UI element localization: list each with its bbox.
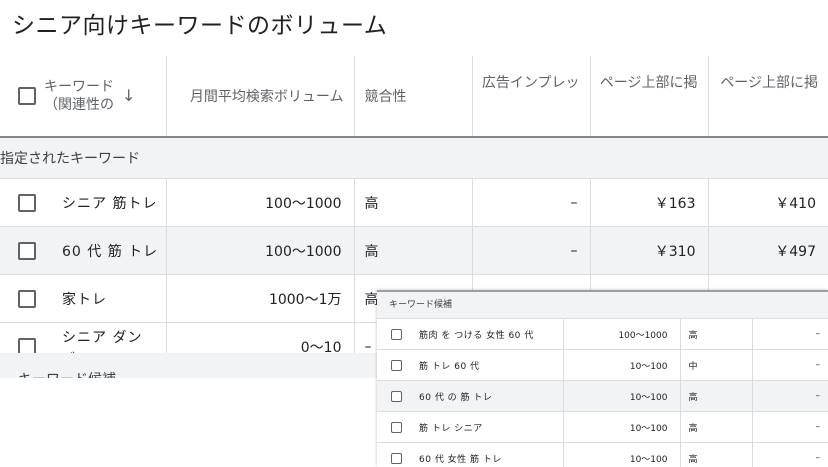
- row-checkbox[interactable]: [391, 329, 402, 340]
- competition-cell: 高: [680, 443, 752, 467]
- impression-cell: –: [752, 350, 828, 381]
- impression-cell: –: [472, 179, 590, 227]
- keyword-cell: 筋 トレ シニア: [405, 412, 563, 443]
- impression-cell: –: [752, 412, 828, 443]
- overlay-section-label: キーワード候補: [377, 292, 828, 319]
- impression-cell: –: [752, 443, 828, 467]
- list-item[interactable]: 筋 トレ シニア 10～100 高 –: [377, 412, 828, 443]
- bid-low-cell: ￥163: [590, 179, 708, 227]
- list-item[interactable]: 60 代 女性 筋 トレ 10～100 高 –: [377, 443, 828, 467]
- competition-cell: 高: [354, 227, 472, 275]
- volume-cell: 1000～1万: [166, 275, 354, 323]
- volume-cell: 10～100: [563, 381, 680, 412]
- list-item[interactable]: 60 代 の 筋 トレ 10～100 高 –: [377, 381, 828, 412]
- row-checkbox[interactable]: [391, 453, 402, 464]
- sort-arrow-down-icon[interactable]: ↓: [122, 87, 135, 105]
- column-keyword-label: キーワード: [44, 79, 114, 95]
- column-top-bid-high[interactable]: ページ上部に掲: [708, 56, 828, 137]
- bid-high-cell: ￥410: [708, 179, 828, 227]
- volume-cell: 100～1000: [563, 319, 680, 350]
- volume-cell: 10～100: [563, 350, 680, 381]
- page-title: シニア向けキーワードのボリューム: [12, 6, 387, 40]
- table-row[interactable]: 60 代 筋 トレ 100～1000 高 – ￥310 ￥497: [0, 227, 828, 275]
- column-keyword-sublabel: （関連性の: [44, 97, 114, 113]
- column-competition[interactable]: 競合性: [354, 56, 472, 137]
- competition-cell: 中: [680, 350, 752, 381]
- impression-cell: –: [752, 319, 828, 350]
- table-header-row: キーワード （関連性の ↓ 月間平均検索ボリューム 競合性 広告インプレッ ペー…: [0, 56, 828, 137]
- keyword-cell: 60 代 女性 筋 トレ: [405, 443, 563, 467]
- bid-high-cell: ￥497: [708, 227, 828, 275]
- column-top-bid-low[interactable]: ページ上部に掲: [590, 56, 708, 137]
- volume-cell: 100～1000: [166, 227, 354, 275]
- select-all-cell: [0, 56, 44, 137]
- specified-section-label: 指定されたキーワード: [0, 137, 828, 179]
- keyword-ideas-zoom-panel: キーワード候補 筋肉 を つける 女性 60 代 100～1000 高 – 筋 …: [377, 290, 828, 467]
- competition-cell: 高: [680, 412, 752, 443]
- row-checkbox[interactable]: [391, 391, 402, 402]
- list-item[interactable]: 筋 トレ 60 代 10～100 中 –: [377, 350, 828, 381]
- table-row[interactable]: シニア 筋トレ 100～1000 高 – ￥163 ￥410: [0, 179, 828, 227]
- row-checkbox[interactable]: [18, 194, 36, 212]
- column-volume[interactable]: 月間平均検索ボリューム: [166, 56, 354, 137]
- column-impression-share[interactable]: 広告インプレッ: [472, 56, 590, 137]
- keyword-cell: 家トレ: [44, 275, 166, 323]
- impression-cell: –: [472, 227, 590, 275]
- keyword-cell: 60 代 筋 トレ: [44, 227, 166, 275]
- row-checkbox[interactable]: [391, 422, 402, 433]
- keyword-cell: 筋 トレ 60 代: [405, 350, 563, 381]
- list-item[interactable]: 筋肉 を つける 女性 60 代 100～1000 高 –: [377, 319, 828, 350]
- row-checkbox[interactable]: [18, 242, 36, 260]
- competition-cell: 高: [354, 179, 472, 227]
- row-checkbox[interactable]: [18, 290, 36, 308]
- keyword-cell: 筋肉 を つける 女性 60 代: [405, 319, 563, 350]
- impression-cell: –: [752, 381, 828, 412]
- competition-cell: 高: [680, 381, 752, 412]
- bid-low-cell: ￥310: [590, 227, 708, 275]
- volume-cell: 10～100: [563, 412, 680, 443]
- competition-cell: 高: [680, 319, 752, 350]
- select-all-checkbox[interactable]: [18, 87, 36, 105]
- keyword-cell: シニア 筋トレ: [44, 179, 166, 227]
- specified-section-header: 指定されたキーワード: [0, 137, 828, 179]
- volume-cell: 10～100: [563, 443, 680, 467]
- volume-cell: 100～1000: [166, 179, 354, 227]
- column-keyword[interactable]: キーワード （関連性の ↓: [44, 56, 166, 137]
- keyword-cell: 60 代 の 筋 トレ: [405, 381, 563, 412]
- row-checkbox[interactable]: [391, 360, 402, 371]
